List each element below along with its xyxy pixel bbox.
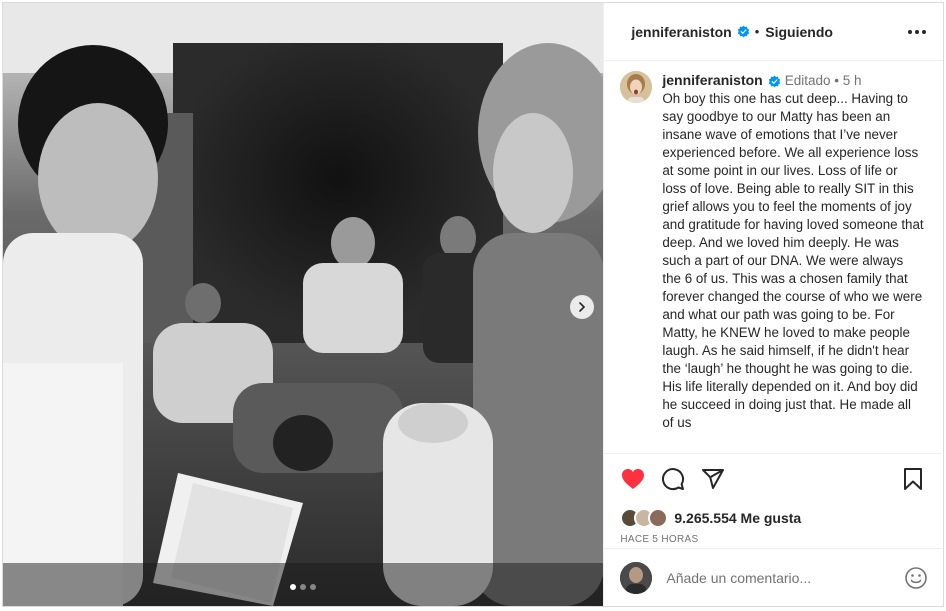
- more-options-icon: [908, 29, 926, 34]
- share-button[interactable]: [700, 466, 726, 492]
- comment-bubble-icon: [662, 468, 685, 491]
- caption-text: Oh boy this one has cut deep... Having t…: [662, 91, 924, 430]
- comment-composer: [604, 548, 943, 606]
- author-avatar-image: [620, 71, 653, 103]
- more-options-button[interactable]: [905, 20, 929, 44]
- header-separator: •: [754, 24, 760, 39]
- carousel-next-button[interactable]: [570, 295, 594, 319]
- paper-plane-icon: [702, 469, 725, 489]
- heart-filled-icon: [622, 469, 645, 489]
- save-button[interactable]: [900, 466, 926, 492]
- caption-header: jenniferaniston Editado • 5 h: [662, 71, 924, 90]
- post-side-panel: jenniferaniston • Siguiendo jenniferanis…: [603, 3, 943, 606]
- like-button[interactable]: [620, 466, 646, 492]
- caption-timestamp[interactable]: 5 h: [843, 73, 862, 88]
- caption-separator: •: [834, 73, 840, 88]
- carousel-dot: [300, 584, 307, 590]
- likes-row: 9.265.554 Me gusta: [620, 508, 926, 528]
- viewer-avatar-image: [620, 561, 653, 594]
- emoji-button[interactable]: [904, 566, 928, 590]
- liker-avatar: [648, 508, 669, 528]
- caption-section[interactable]: jenniferaniston Editado • 5 h Oh boy thi…: [604, 61, 942, 453]
- liker-avatars[interactable]: [620, 508, 669, 528]
- author-username[interactable]: jenniferaniston: [631, 24, 731, 40]
- post-dialog: jenniferaniston • Siguiendo jenniferanis…: [2, 2, 944, 607]
- verified-badge-icon: [768, 75, 780, 88]
- author-avatar[interactable]: [620, 71, 653, 103]
- carousel-dot: [310, 584, 317, 590]
- caption-username[interactable]: jenniferaniston: [662, 72, 762, 88]
- emoji-smile-icon: [905, 566, 928, 589]
- viewer-avatar: [620, 561, 653, 594]
- post-age[interactable]: HACE 5 HORAS: [620, 534, 926, 545]
- comment-button[interactable]: [660, 466, 686, 492]
- carousel-dot: [290, 584, 297, 590]
- action-icons-row: [620, 466, 926, 492]
- likes-count[interactable]: 9.265.554 Me gusta: [674, 510, 801, 526]
- comment-input[interactable]: [666, 569, 887, 586]
- bookmark-icon: [904, 468, 923, 490]
- post-actions: 9.265.554 Me gusta HACE 5 HORAS: [604, 453, 943, 545]
- following-button[interactable]: Siguiendo: [765, 24, 833, 40]
- caption-body: jenniferaniston Editado • 5 h Oh boy thi…: [662, 71, 924, 453]
- carousel-indicator: [290, 584, 317, 590]
- post-header: jenniferaniston • Siguiendo: [604, 3, 943, 61]
- verified-badge-icon: [737, 25, 749, 38]
- chevron-right-icon: [579, 302, 586, 312]
- post-photo: [3, 3, 604, 606]
- edited-label: Editado: [784, 73, 831, 88]
- post-media[interactable]: [3, 3, 604, 606]
